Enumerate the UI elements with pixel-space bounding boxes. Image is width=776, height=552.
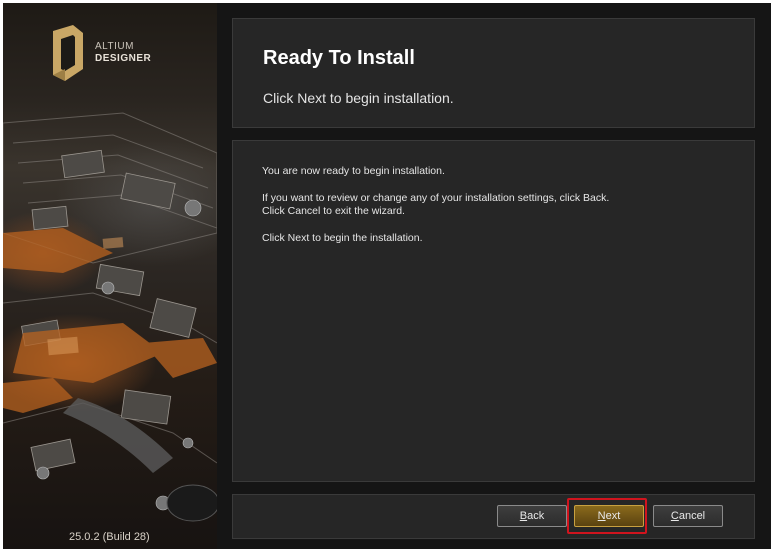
back-label: ack: [527, 510, 545, 522]
side-banner: ALTIUM DESIGNER 25.0.2 (Build 28): [3, 3, 217, 549]
cancel-mnemonic: C: [670, 510, 679, 522]
back-button[interactable]: Back: [497, 505, 567, 527]
brand-name: ALTIUM DESIGNER: [95, 41, 151, 65]
cancel-button[interactable]: Cancel: [653, 505, 723, 527]
instruction-line: Click Next to begin the installation.: [262, 232, 423, 244]
version-label: 25.0.2 (Build 28): [69, 531, 150, 543]
header-panel: Ready To Install Click Next to begin ins…: [232, 18, 755, 128]
next-label: ext: [605, 510, 621, 522]
altium-logo-icon: [53, 25, 83, 81]
next-mnemonic: N: [597, 510, 606, 522]
brand-line-1: ALTIUM: [95, 41, 134, 52]
instruction-line: If you want to review or change any of y…: [262, 192, 610, 204]
instruction-line: Click Cancel to exit the wizard.: [262, 205, 405, 217]
next-button[interactable]: Next: [574, 505, 644, 527]
content-panel: You are now ready to begin installation.…: [232, 140, 755, 482]
installer-window: ALTIUM DESIGNER 25.0.2 (Build 28) Ready …: [3, 3, 771, 549]
button-bar: Back Next Cancel: [232, 494, 755, 539]
brand-line-2: DESIGNER: [95, 53, 152, 64]
instruction-line: You are now ready to begin installation.: [262, 165, 445, 177]
back-mnemonic: B: [519, 510, 528, 522]
page-title: Ready To Install: [263, 47, 415, 69]
circuit-board-illustration: [3, 112, 217, 522]
cancel-label: ancel: [678, 510, 706, 522]
page-subtitle: Click Next to begin installation.: [263, 90, 454, 106]
instructions: You are now ready to begin installation.…: [262, 165, 732, 245]
